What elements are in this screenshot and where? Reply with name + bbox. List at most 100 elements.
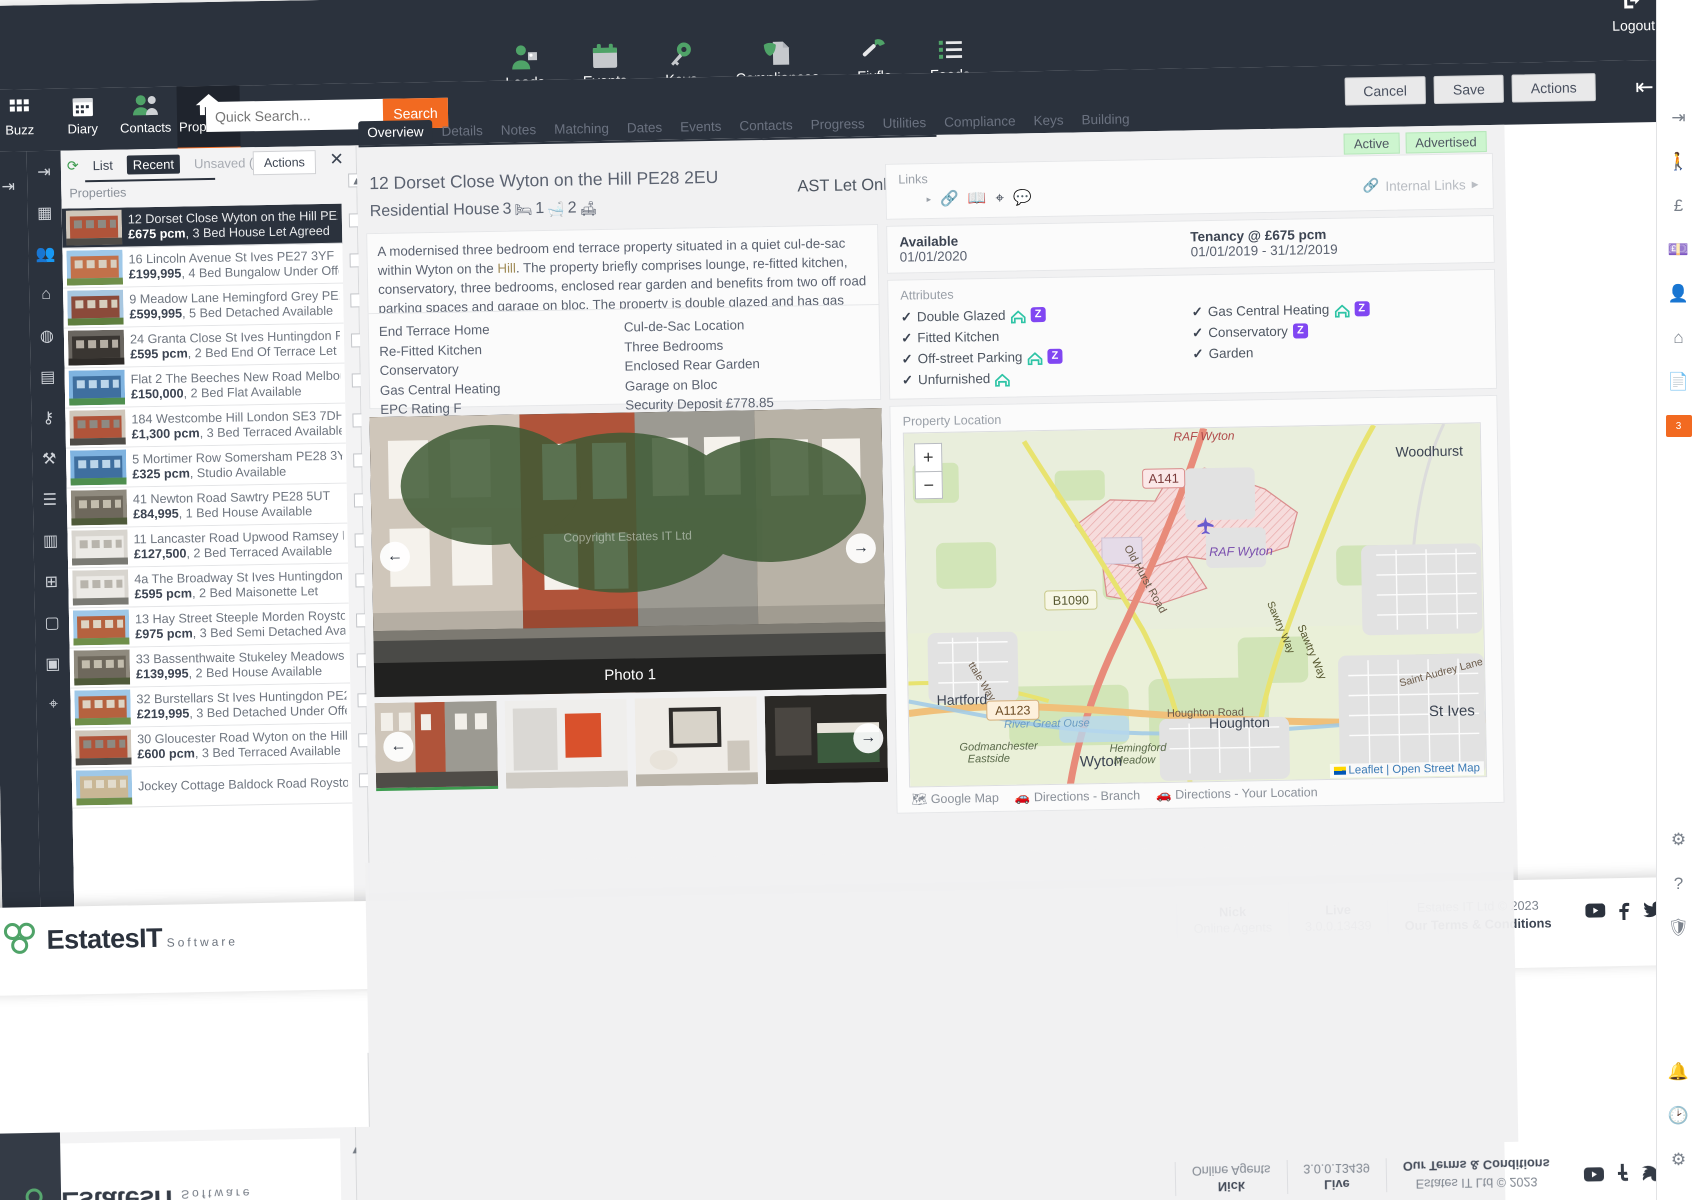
property-list-item[interactable]: 12 Dorset Close Wyton on the Hill PE28 2…	[61, 203, 343, 249]
collapse-panel-icon[interactable]: ⇤	[1635, 74, 1654, 100]
property-list-item[interactable]: Flat 2 The Beeches New Road Melbourn SG8…	[64, 363, 346, 409]
youtube-icon[interactable]	[1585, 902, 1606, 925]
property-list-item[interactable]: 24 Granta Close St Ives Huntingdon PE27 …	[63, 323, 345, 369]
arrow-in-icon[interactable]: ⇥	[0, 165, 28, 207]
chart-icon[interactable]: ▥	[33, 520, 68, 562]
person-add-icon[interactable]: ◍	[30, 315, 65, 357]
chain-link-icon[interactable]: 🔗	[940, 190, 959, 208]
cancel-button[interactable]: Cancel	[1344, 76, 1427, 106]
hammer-icon[interactable]: ⚒	[32, 438, 67, 480]
document-icon[interactable]: 📄	[1657, 360, 1700, 404]
property-list[interactable]: 12 Dorset Close Wyton on the Hill PE28 2…	[61, 203, 355, 924]
property-list-item[interactable]: 5 Mortimer Row Somersham PE28 3YQ £325 pc…	[65, 443, 347, 489]
list-tab-recent[interactable]: Recent	[126, 154, 181, 174]
people-icon[interactable]: 👥	[28, 233, 63, 275]
zoom-in-button[interactable]: +	[914, 442, 943, 472]
arrow-in-icon-2[interactable]: ⇥	[27, 151, 62, 193]
map-attribution-text: Leaflet | Open Street Map	[1348, 762, 1481, 777]
help-icon[interactable]: ?	[1657, 862, 1700, 906]
property-list-item[interactable]: 4a The Broadway St Ives Huntingdon PE27 …	[68, 563, 349, 609]
gallery-thumbnails[interactable]: ← →	[374, 693, 889, 792]
gallery-thumb-3[interactable]	[634, 696, 759, 787]
property-thumbnail	[75, 729, 132, 766]
map-pin-icon[interactable]: ⌖	[995, 189, 1004, 206]
calendar-icon[interactable]: ▦	[27, 192, 62, 234]
property-list-item[interactable]: 9 Meadow Lane Hemingford Grey PE28 9DH£5…	[63, 283, 344, 329]
photo-gallery[interactable]: Copyright Estates IT Ltd ← → Photo 1	[369, 407, 887, 698]
tab-notes[interactable]: Notes	[492, 118, 546, 143]
tab-compliance[interactable]: Compliance	[935, 109, 1025, 135]
list-actions-button[interactable]: Actions	[252, 150, 317, 176]
tab-keys[interactable]: Keys	[1024, 108, 1072, 133]
module-tab-contacts[interactable]: Contacts	[113, 87, 177, 150]
cart-icon[interactable]: ⊞	[34, 561, 69, 603]
map-link-directions-location[interactable]: 🚗 Directions - Your Location	[1156, 785, 1318, 803]
expand-caret-icon[interactable]: ▸	[927, 194, 932, 205]
tab-events[interactable]: Events	[671, 115, 731, 140]
collapse-icon[interactable]: ⇥	[1657, 96, 1700, 140]
house-icon[interactable]: ⌂	[1657, 316, 1700, 360]
property-list-item[interactable]: 13 Hay Street Steeple Morden Royston SG8…	[68, 603, 350, 649]
module-tab-diary[interactable]: Diary	[50, 88, 114, 151]
gear-icon[interactable]: ⚙	[1657, 818, 1700, 862]
property-list-item[interactable]: 11 Lancaster Road Upwood Ramsey PE26 2PX…	[67, 523, 349, 569]
map-attribution[interactable]: Leaflet | Open Street Map	[1329, 761, 1485, 778]
refresh-icon[interactable]: ⟳	[67, 157, 79, 174]
pound-stack-icon[interactable]: 💷	[1657, 228, 1700, 272]
property-list-item[interactable]: 33 Bassenthwaite Stukeley Meadows Huntin…	[69, 643, 351, 689]
key-icon[interactable]: ⚷	[31, 397, 66, 439]
property-location-map[interactable]: + − A141 B1090 A1123 RAF Wyton RAF Wyton…	[902, 422, 1488, 788]
tab-utilities[interactable]: Utilities	[874, 111, 936, 136]
person-icon[interactable]: 👤	[1657, 272, 1700, 316]
property-list-item[interactable]: 184 Westcombe Hill London SE3 7DH £1,300 …	[65, 403, 346, 449]
module-tab-buzz[interactable]: Buzz	[0, 89, 52, 152]
gallery-main-photo: Copyright Estates IT Ltd	[369, 407, 887, 698]
zoom-out-button[interactable]: −	[914, 470, 944, 500]
list-icon[interactable]: ☰	[33, 479, 68, 521]
property-price-detail: £975 pcm, 3 Bed Semi Detached Available	[135, 622, 346, 641]
close-icon[interactable]: ✕	[329, 150, 344, 170]
monitor-icon[interactable]: ▣	[35, 643, 70, 685]
rightmove-house-icon	[1010, 308, 1026, 324]
available-block: Available 01/01/2020	[899, 229, 1190, 265]
list-tab-list[interactable]: List	[86, 155, 119, 175]
sign-icon[interactable]: ⌖	[36, 684, 71, 726]
notification-badge-icon[interactable]: 3	[1657, 404, 1700, 448]
pound-icon[interactable]: £	[1657, 184, 1700, 228]
card-icon[interactable]: ▢	[35, 602, 70, 644]
comment-icon[interactable]: 💬	[1013, 188, 1032, 206]
actions-button[interactable]: Actions	[1511, 73, 1596, 103]
property-list-item[interactable]: Jockey Cottage Baldock Road Royston SG8 …	[71, 763, 353, 809]
tab-building[interactable]: Building	[1072, 107, 1138, 132]
tab-details[interactable]: Details	[432, 119, 492, 144]
shield-icon[interactable]: 🛡	[1657, 906, 1700, 950]
tab-progress[interactable]: Progress	[801, 112, 873, 137]
save-button[interactable]: Save	[1433, 74, 1505, 104]
facebook-icon[interactable]	[1618, 901, 1630, 924]
tab-dates[interactable]: Dates	[618, 116, 672, 141]
footer-copyright: Estates IT Ltd © 2023 Our Terms & Condit…	[1385, 1154, 1567, 1193]
property-list-item[interactable]: 30 Gloucester Road Wyton on the Hill PE2…	[71, 723, 352, 769]
walk-icon[interactable]: 🚶	[1657, 140, 1700, 184]
map-link-directions-branch[interactable]: 🚗 Directions - Branch	[1015, 788, 1141, 805]
footer-terms-link[interactable]: Our Terms & Conditions	[1404, 914, 1551, 934]
clock-icon[interactable]: 🕑	[1657, 1094, 1700, 1138]
property-thumbnail	[68, 369, 126, 406]
house-icon[interactable]: ⌂	[29, 274, 64, 316]
property-features: End Terrace Home Re-Fitted Kitchen Conserv…	[367, 303, 882, 417]
property-list-panel: ⟳ List Recent Unsaved (0) Actions ✕ Prop…	[60, 145, 375, 935]
gear-icon-2[interactable]: ⚙	[1657, 1138, 1700, 1182]
map-label-river: River Great Ouse	[1004, 717, 1090, 731]
gallery-thumb-2[interactable]	[504, 698, 629, 789]
internal-links-button[interactable]: 🔗 Internal Links ▸	[1362, 176, 1478, 194]
map-link-google[interactable]: 🗺 Google Map	[911, 791, 999, 808]
tab-overview[interactable]: Overview	[358, 119, 433, 146]
clipboard-icon[interactable]: ▤	[30, 356, 65, 398]
property-list-item[interactable]: 16 Lincoln Avenue St Ives PE27 3YF £199,9…	[62, 243, 344, 289]
tab-contacts[interactable]: Contacts	[730, 113, 802, 138]
tab-matching[interactable]: Matching	[545, 117, 618, 142]
bell-icon[interactable]: 🔔	[1657, 1050, 1700, 1094]
property-list-item[interactable]: 32 Burstellars St Ives Huntingdon PE27 3…	[70, 683, 351, 729]
book-icon[interactable]: 📖	[968, 189, 987, 207]
property-list-item[interactable]: 41 Newton Road Sawtry PE28 5UT £84,995, 1…	[66, 483, 348, 529]
